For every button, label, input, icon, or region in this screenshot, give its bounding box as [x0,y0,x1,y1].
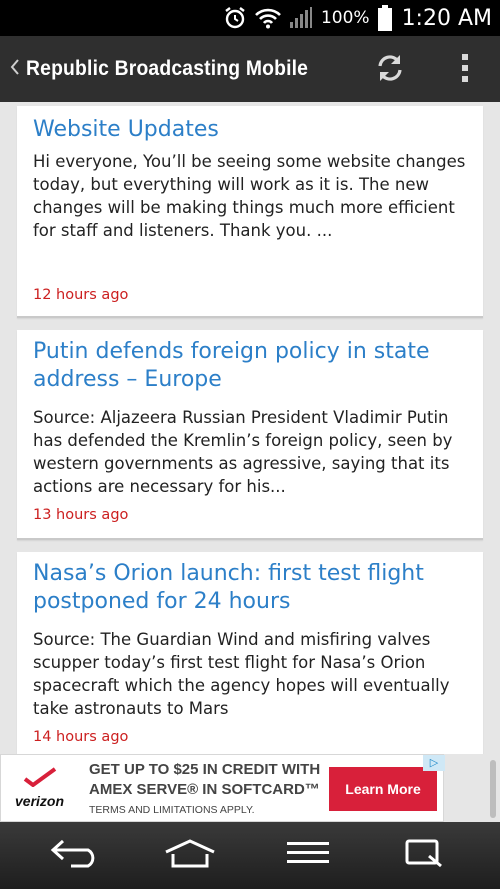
nav-menu-button[interactable] [278,832,338,878]
news-card[interactable]: Website Updates Hi everyone, You’ll be s… [17,106,483,318]
menu-icon [285,840,331,870]
news-feed[interactable]: Website Updates Hi everyone, You’ll be s… [0,102,500,754]
status-bar: 100% 1:20 AM [0,0,500,36]
news-card[interactable]: Putin defends foreign policy in state ad… [17,330,483,540]
news-summary: Hi everyone, You’ll be seeing some websi… [33,152,466,240]
overflow-menu-button[interactable] [450,50,480,90]
battery-percent: 100% [320,8,370,28]
news-summary: Source: Aljazeera Russian President Vlad… [33,408,453,496]
news-title[interactable]: Website Updates [33,116,467,144]
recent-apps-icon [403,838,447,872]
ad-disclaimer: TERMS AND LIMITATIONS APPLY. [89,804,255,816]
news-title[interactable]: Nasa’s Orion launch: first test flight p… [33,560,467,616]
alarm-icon [223,6,247,30]
news-timestamp: 13 hours ago [33,507,129,523]
news-summary: Source: The Guardian Wind and misfiring … [33,630,450,718]
verizon-logo: verizon [9,765,75,815]
back-icon [49,838,101,872]
nav-home-button[interactable] [160,832,220,878]
signal-icon [289,6,313,30]
navigation-bar [0,822,500,889]
refresh-button[interactable] [370,50,410,90]
ad-subheadline: AMEX SERVE® IN SOFTCARD™ [89,781,320,798]
overflow-menu-icon [461,53,469,87]
back-chevron-icon[interactable] [4,57,26,82]
wifi-icon [255,7,281,29]
action-bar: Republic Broadcasting Mobile [0,36,500,102]
news-timestamp: 14 hours ago [33,729,129,745]
nav-back-button[interactable] [45,832,105,878]
adchoices-icon[interactable]: ▷ [423,755,445,771]
news-card[interactable]: Nasa’s Orion launch: first test flight p… [17,552,483,754]
verizon-brand: verizon [15,793,65,809]
news-timestamp: 12 hours ago [33,287,129,303]
news-title[interactable]: Putin defends foreign policy in state ad… [33,338,467,394]
ad-banner[interactable]: verizon GET UP TO $25 IN CREDIT WITH AME… [0,754,500,822]
ad-scrollbar [490,760,496,818]
nav-recent-apps-button[interactable] [395,832,455,878]
ad-headline: GET UP TO $25 IN CREDIT WITH [89,761,321,778]
learn-more-button[interactable]: Learn More [329,767,437,811]
app-title[interactable]: Republic Broadcasting Mobile [26,57,308,81]
battery-icon [377,5,392,31]
refresh-icon [373,51,407,89]
home-icon [163,838,217,872]
clock: 1:20 AM [401,5,492,31]
